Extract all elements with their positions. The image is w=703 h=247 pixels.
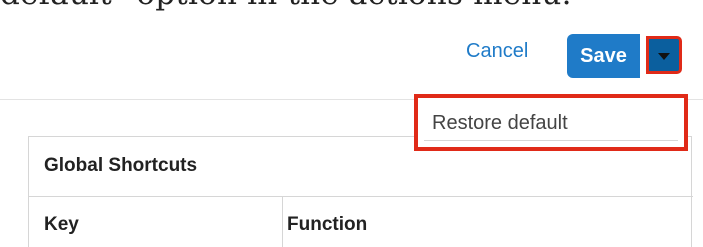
column-header-key: Key [44, 214, 79, 235]
chevron-down-icon [658, 52, 670, 60]
cancel-button[interactable]: Cancel [466, 40, 528, 63]
save-button-group: Save [567, 34, 686, 78]
column-header-function: Function [287, 214, 368, 235]
restore-default-item[interactable]: Restore default [432, 112, 568, 135]
actions-menu-toggle[interactable] [646, 36, 682, 74]
column-divider [282, 196, 283, 247]
actions-menu: Restore default [414, 94, 688, 151]
row-divider [29, 196, 693, 197]
shortcuts-table: Global Shortcuts Key Function [28, 136, 693, 247]
caption-text: default" option in the actions menu. [0, 0, 572, 12]
save-button[interactable]: Save [567, 34, 640, 78]
table-title: Global Shortcuts [44, 155, 198, 176]
